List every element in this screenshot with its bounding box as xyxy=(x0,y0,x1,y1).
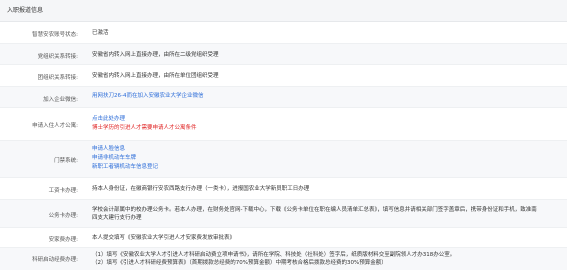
row-label: 加入企业微信: xyxy=(43,97,78,103)
row-research-funds: 科研启动经费办理: （1）填写《安徽农业大学人才引进人才科研启动费立项申请书》，… xyxy=(0,248,567,270)
section-title: 入职报道信息 xyxy=(7,7,44,14)
row-enterprise-wechat: 加入企业微信: 用网扶刀26-4而在加入安徽农业大学企业微信 xyxy=(0,87,567,108)
row-label: 团组织关系转接: xyxy=(37,75,78,81)
row-salary-card: 工资卡办理: 持本人身份证，在徽商银行安农西路支行办理（一类卡），进报国农业大学… xyxy=(0,178,567,200)
row-label: 公务卡办理: xyxy=(48,213,78,219)
research-funds-line: （1）填写《安徽农业大学人才引进人才科研启动费立项申请书》，请所在学院、科技处（… xyxy=(92,252,456,258)
party-transfer-value: 安徽省内转入网上直接办理，由所在二级党组织受理 xyxy=(92,52,219,58)
vehicle-register-link[interactable]: 新职工者辆机动车信息登记 xyxy=(92,163,558,172)
face-info-link[interactable]: 申请人脸信息 xyxy=(92,145,558,154)
apartment-notice: 博士学历的引进人才需要申请人才公寓条件 xyxy=(92,125,197,131)
row-label: 党组织关系转接: xyxy=(37,54,78,60)
ebike-plate-link[interactable]: 申请非机动车车牌 xyxy=(92,154,558,163)
row-label: 门禁系统: xyxy=(54,158,78,164)
league-transfer-value: 安徽省内转入网上直接办理，由所在单位团组织受理 xyxy=(92,73,219,79)
row-label: 智慧安农账号状态: xyxy=(32,32,78,38)
business-card-line: 四支大建行支行办理 xyxy=(92,215,142,221)
account-status-value: 已激活 xyxy=(92,30,109,36)
row-talent-apartment: 申请入住人才公寓: 点击此处办理 博士学历的引进人才需要申请人才公寓条件 xyxy=(0,108,567,141)
join-wechat-link[interactable]: 用网扶刀26-4而在加入安徽农业大学企业微信 xyxy=(92,92,558,101)
row-account-status: 智慧安农账号状态: 已激活 xyxy=(0,22,567,44)
row-settling-allowance: 安家费办理: 本人提交填写《安徽农业大学引进人才安家费发放审批表》 xyxy=(0,228,567,248)
row-party-transfer: 党组织关系转接: 安徽省内转入网上直接办理，由所在二级党组织受理 xyxy=(0,44,567,65)
row-access-control: 门禁系统: 申请人脸信息 申请非机动车车牌 新职工者辆机动车信息登记 xyxy=(0,141,567,178)
row-business-card: 公务卡办理: 学校会计部属中的校办理公务卡。若本人办理，在财务处官网-下载中心，… xyxy=(0,200,567,228)
row-league-transfer: 团组织关系转接: 安徽省内转入网上直接办理，由所在单位团组织受理 xyxy=(0,65,567,87)
salary-card-value: 持本人身份证，在徽商银行安农西路支行办理（一类卡），进报国农业大学新员职工日办理 xyxy=(92,186,310,192)
settling-allowance-value: 本人提交填写《安徽农业大学引进人才安家费发放审批表》 xyxy=(92,235,236,241)
research-funds-line: （2）填写《引进人才科研经费预算表》（首期拨款总经费的70%预算金额）中期考核合… xyxy=(92,260,387,266)
section-header: 入职报道信息 xyxy=(0,0,567,22)
business-card-line: 学校会计部属中的校办理公务卡。若本人办理，在财务处官网-下载中心，下载《公务卡单… xyxy=(92,207,537,213)
row-label: 安家费办理: xyxy=(48,237,78,243)
row-label: 科研启动经费办理: xyxy=(32,257,78,263)
row-label: 申请入住人才公寓: xyxy=(32,123,78,129)
apply-apartment-link[interactable]: 点击此处办理 xyxy=(92,115,558,124)
row-label: 工资卡办理: xyxy=(48,188,78,194)
